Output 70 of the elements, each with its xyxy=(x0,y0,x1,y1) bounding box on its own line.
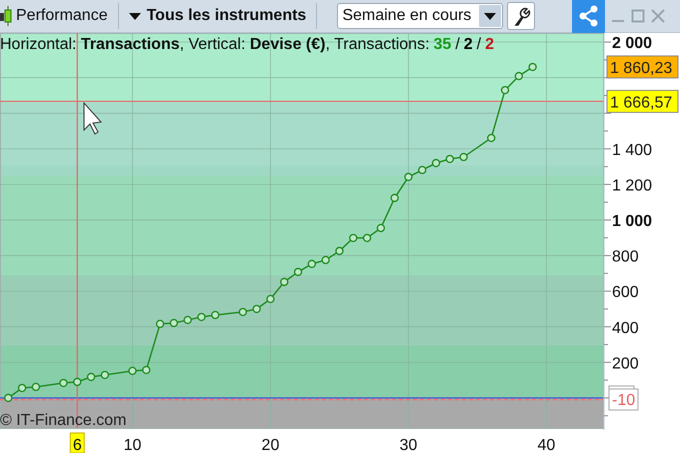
axis-label: 10 xyxy=(124,437,142,453)
data-point xyxy=(294,268,302,276)
share-button[interactable] xyxy=(572,0,606,32)
data-point xyxy=(100,370,110,380)
data-point xyxy=(86,372,96,382)
transaction-count: 2 xyxy=(464,36,473,54)
offset-tag: -10 xyxy=(608,386,638,410)
data-point xyxy=(59,378,68,388)
data-point xyxy=(4,394,12,402)
view-button[interactable]: Performance xyxy=(12,2,112,30)
axis-label: 400 xyxy=(612,320,639,337)
data-point xyxy=(238,308,247,316)
axis-label: 1 000 xyxy=(612,213,652,230)
axis-label: 1 200 xyxy=(612,177,652,194)
maximize-icon[interactable] xyxy=(631,9,646,23)
copyright-text: © IT-Finance.com xyxy=(0,412,126,429)
period-select[interactable]: Semaine en cours xyxy=(337,3,504,29)
data-point xyxy=(349,234,358,242)
chart-info: Horizontal: Transactions, Vertical: Devise (€), Transactions: xyxy=(0,36,430,54)
data-point xyxy=(514,72,523,80)
separator-text: / xyxy=(476,36,482,54)
axis-label: 40 xyxy=(538,437,556,453)
data-point xyxy=(362,234,372,242)
transaction-count: 2 xyxy=(485,36,494,54)
data-point xyxy=(197,312,206,322)
data-point xyxy=(184,316,192,324)
data-point xyxy=(308,260,316,268)
data-point xyxy=(18,384,26,392)
axis-label: 200 xyxy=(612,355,639,372)
data-point xyxy=(266,294,275,304)
transaction-count: 35 xyxy=(434,36,452,54)
data-point xyxy=(142,366,150,374)
data-point xyxy=(252,304,261,314)
data-point xyxy=(459,152,468,162)
data-point xyxy=(211,310,220,320)
data-point xyxy=(418,166,426,174)
data-point xyxy=(446,154,454,164)
cursor-label: 6 xyxy=(70,432,85,453)
data-point xyxy=(487,134,496,142)
instruments-dropdown[interactable]: Tous les instruments xyxy=(124,2,310,30)
data-point xyxy=(170,318,178,328)
data-point xyxy=(73,378,82,386)
axis-label: 20 xyxy=(262,437,280,453)
data-point xyxy=(32,382,40,392)
candlestick-icon xyxy=(0,4,12,28)
data-point xyxy=(376,224,385,232)
share-icon xyxy=(578,5,600,27)
axis-label: 30 xyxy=(400,437,418,453)
settings-button[interactable] xyxy=(507,2,536,30)
price-tag: 1 666,57 xyxy=(606,90,678,113)
caret-icon xyxy=(128,12,141,20)
axis-label: 1 400 xyxy=(612,142,652,159)
price-tag: 1 860,23 xyxy=(606,55,678,78)
data-point xyxy=(500,86,510,94)
close-icon[interactable] xyxy=(651,9,666,23)
separator-text: / xyxy=(455,36,460,54)
axis-label: 2 000 xyxy=(612,35,652,52)
data-point xyxy=(280,278,288,286)
caret-icon xyxy=(484,12,496,20)
data-point xyxy=(404,172,413,182)
data-point xyxy=(156,320,164,328)
data-point xyxy=(528,62,537,72)
pointer-icon xyxy=(84,102,102,135)
data-point xyxy=(432,158,440,168)
data-point xyxy=(322,256,330,264)
data-point xyxy=(335,246,344,256)
data-point xyxy=(390,194,399,202)
axis-label: 800 xyxy=(612,248,639,266)
axis-label: 600 xyxy=(612,284,639,302)
data-point xyxy=(128,366,137,376)
